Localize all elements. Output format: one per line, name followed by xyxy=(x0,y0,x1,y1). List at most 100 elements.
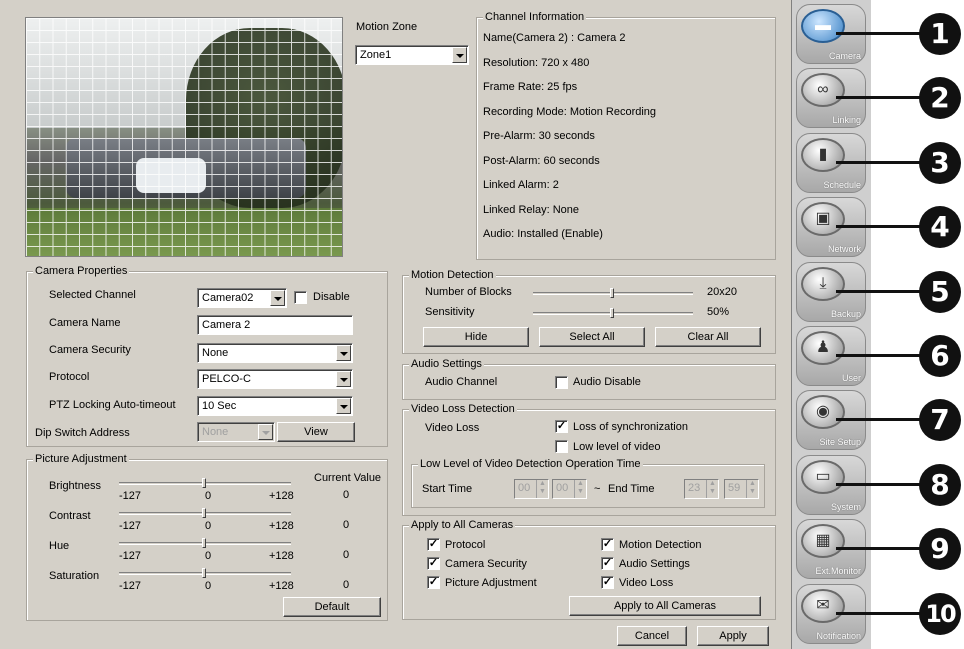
adjustment-slider-thumb[interactable] xyxy=(201,538,206,548)
network-icon: ▣ xyxy=(801,202,845,237)
apply-option-label: Camera Security xyxy=(445,558,527,570)
motion-detection-group: Motion Detection Number of Blocks 20x20 … xyxy=(402,269,776,354)
mid-label: 0 xyxy=(205,490,212,502)
motion-zone-label: Motion Zone xyxy=(356,21,418,33)
adjustment-slider-thumb[interactable] xyxy=(201,508,206,518)
video-loss-group: Video Loss Detection Video Loss ✓ Loss o… xyxy=(402,403,776,516)
motion-grid[interactable] xyxy=(26,18,342,256)
channel-info-line: Resolution: 720 x 480 xyxy=(483,56,590,69)
sidebar-item-label: Ext.Monitor xyxy=(815,566,861,577)
chevron-down-icon xyxy=(258,424,273,440)
channel-info-line: Pre-Alarm: 30 seconds xyxy=(483,130,595,142)
sidebar-item-label: Schedule xyxy=(823,179,861,190)
apply-option-checkbox[interactable]: ✓ xyxy=(601,557,614,570)
protocol-select[interactable]: PELCO-C xyxy=(197,369,353,389)
current-value: 0 xyxy=(343,519,350,531)
current-value: 0 xyxy=(343,489,350,501)
protocol-value: PELCO-C xyxy=(202,373,251,385)
apply-option-checkbox[interactable]: ✓ xyxy=(601,576,614,589)
start-minute-value: 00 xyxy=(556,482,569,494)
callout-line xyxy=(836,611,922,615)
callout-line xyxy=(836,418,922,422)
sidebar-item-label: User xyxy=(841,373,861,383)
settings-sidebar: ▬ Camera 1 ∞ Linking 2 ▮ Schedule 3 ▣ Network 4 ⤓ Bac… xyxy=(791,0,964,649)
apply-option-checkbox[interactable]: ✓ xyxy=(427,576,440,589)
chevron-down-icon[interactable] xyxy=(452,47,467,63)
mid-label: 0 xyxy=(205,580,212,592)
channel-info-line: Frame Rate: 25 fps xyxy=(483,81,578,93)
camera-security-select[interactable]: None xyxy=(197,343,353,363)
camera-icon: ▬ xyxy=(801,9,845,43)
adjustment-slider-thumb[interactable] xyxy=(201,478,206,488)
disable-checkbox[interactable] xyxy=(294,291,307,304)
picture-adjustment-group: Picture Adjustment Current Value Brightn… xyxy=(26,453,388,621)
start-minute-spinner: 00 ▲ ▼ xyxy=(552,479,587,499)
apply-option-checkbox[interactable]: ✓ xyxy=(427,557,440,570)
camera-preview[interactable] xyxy=(25,17,343,257)
cancel-button[interactable]: Cancel xyxy=(617,626,687,646)
apply-option-checkbox[interactable]: ✓ xyxy=(427,538,440,551)
apply-all-cameras-button[interactable]: Apply to All Cameras xyxy=(569,596,761,616)
min-label: -127 xyxy=(119,580,142,592)
selected-channel-value: Camera02 xyxy=(202,292,254,304)
select-all-button[interactable]: Select All xyxy=(539,327,645,347)
low-level-checkbox[interactable] xyxy=(555,440,568,453)
camera-name-input[interactable]: Camera 2 xyxy=(197,315,353,335)
chevron-down-icon[interactable] xyxy=(336,398,351,414)
calendar-icon: ▮ xyxy=(801,137,845,172)
sensitivity-slider-thumb[interactable] xyxy=(610,308,614,318)
low-level-label: Low level of video xyxy=(573,441,661,453)
audio-channel-label: Audio Channel xyxy=(425,376,498,388)
selected-channel-select[interactable]: Camera02 xyxy=(197,288,287,308)
callout-line xyxy=(836,160,922,164)
min-label: -127 xyxy=(119,550,142,562)
camera-security-label: Camera Security xyxy=(49,344,131,356)
view-button[interactable]: View xyxy=(277,422,355,442)
op-time-title: Low Level of Video Detection Operation T… xyxy=(418,458,643,470)
mid-label: 0 xyxy=(205,550,212,562)
adjustment-slider-thumb[interactable] xyxy=(201,568,206,578)
apply-option-label: Motion Detection xyxy=(619,539,702,551)
apply-option-checkbox[interactable]: ✓ xyxy=(601,538,614,551)
apply-option-label: Video Loss xyxy=(619,577,674,589)
system-icon: ▭ xyxy=(801,459,845,494)
min-label: -127 xyxy=(119,490,142,502)
dip-switch-label: Dip Switch Address xyxy=(35,427,130,439)
max-label: +128 xyxy=(269,580,294,592)
channel-info-line: Name(Camera 2) : Camera 2 xyxy=(483,32,626,44)
callout-number: 6 xyxy=(919,335,961,377)
spin-arrows-icon: ▲ ▼ xyxy=(536,480,548,498)
end-minute-spinner: 59 ▲ ▼ xyxy=(724,479,759,499)
camera-security-value: None xyxy=(202,347,229,359)
mid-label: 0 xyxy=(205,520,212,532)
camera-properties-title: Camera Properties xyxy=(33,265,130,277)
callout-number: 10 xyxy=(919,592,961,635)
apply-option-label: Audio Settings xyxy=(619,558,690,570)
hide-button[interactable]: Hide xyxy=(423,327,529,347)
callout-number: 1 xyxy=(919,13,961,55)
sidebar-item-label: Camera xyxy=(828,51,861,61)
chevron-down-icon[interactable] xyxy=(336,345,351,361)
default-button[interactable]: Default xyxy=(283,597,381,617)
sensitivity-label: Sensitivity xyxy=(425,306,475,318)
chevron-down-icon[interactable] xyxy=(270,290,285,306)
clear-all-button[interactable]: Clear All xyxy=(655,327,761,347)
apply-all-title: Apply to All Cameras xyxy=(409,519,516,531)
callout-line xyxy=(836,96,922,100)
time-separator: ~ xyxy=(594,483,601,495)
chevron-down-icon[interactable] xyxy=(336,371,351,387)
audio-disable-checkbox[interactable] xyxy=(555,376,568,389)
start-time-label: Start Time xyxy=(422,483,473,495)
channel-info-line: Linked Relay: None xyxy=(483,203,580,216)
apply-button[interactable]: Apply xyxy=(697,626,769,646)
ptz-timeout-select[interactable]: 10 Sec xyxy=(197,396,353,416)
channel-info-line: Audio: Installed (Enable) xyxy=(483,228,603,240)
spin-arrows-icon: ▲ ▼ xyxy=(574,480,586,498)
picture-adjustment-title: Picture Adjustment xyxy=(33,453,129,465)
loss-sync-checkbox[interactable]: ✓ xyxy=(555,420,568,433)
channel-info-group: Channel Information Name(Camera 2) : Cam… xyxy=(476,11,776,260)
channel-info-title: Channel Information xyxy=(483,11,587,23)
motion-zone-select[interactable]: Zone1 xyxy=(355,45,469,65)
blocks-slider-thumb[interactable] xyxy=(610,288,614,298)
op-time-group: Low Level of Video Detection Operation T… xyxy=(411,458,765,508)
